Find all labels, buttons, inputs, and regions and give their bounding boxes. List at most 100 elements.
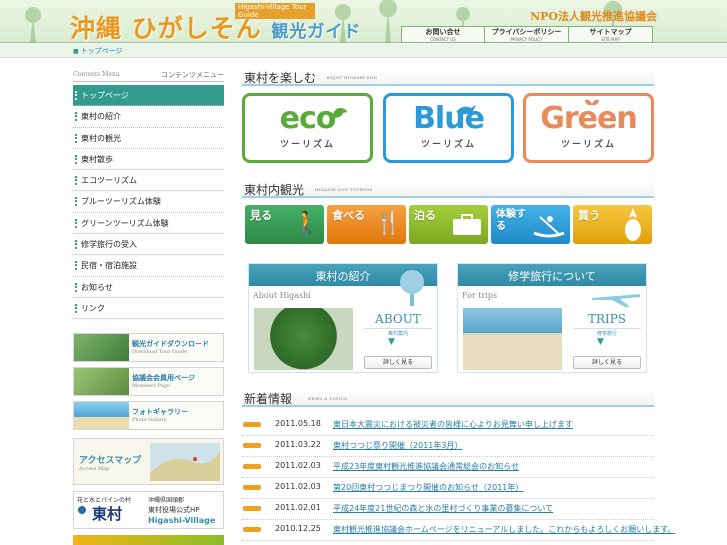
- section-title-jp: 東村を楽しむ: [244, 71, 317, 85]
- tour-stay-button[interactable]: 泊る: [409, 205, 488, 244]
- banner-partial[interactable]: [73, 535, 224, 545]
- banner-village-office[interactable]: 花と水とパインの村 東村 沖縄県国頭郡 東村役場公式HP Higashi-Vil…: [73, 491, 224, 529]
- about-card[interactable]: 東村の紹介 About Higashi ABOUT 東村案内 ▼ 詳しく見る: [248, 263, 438, 373]
- card-label-en: ABOUT: [375, 312, 421, 326]
- banner-label: アクセスマップ: [79, 456, 142, 466]
- tour-experience-button[interactable]: 体験する: [491, 205, 570, 244]
- beach-photo: [74, 402, 129, 429]
- sidebar-item-bluetourism[interactable]: ブルーツーリズム体験: [73, 191, 224, 213]
- sidebar-heading: Contents Menu コンテンツメニュー: [73, 69, 224, 82]
- canoe-icon: [533, 216, 565, 238]
- green-tourism-button[interactable]: Green ツーリズム: [523, 93, 654, 163]
- logo-title-guide: 観光ガイド: [271, 22, 362, 42]
- sidebar-item-ecotourism[interactable]: エコツーリズム: [73, 170, 224, 192]
- news-item: 2010.12.25 東村観光推進協議会ホームページをリニューアルしました。これ…: [242, 520, 675, 541]
- blue-button-label: Blue: [413, 101, 485, 136]
- map-icon: [150, 443, 220, 481]
- tour-button-label: 泊る: [414, 209, 436, 222]
- bird-icon: [332, 108, 347, 118]
- news-date: 2011.02.03: [275, 482, 321, 491]
- news-link[interactable]: 第20回東村つつじまつり開催のお知らせ（2011年）: [333, 482, 523, 493]
- section-title-en: ENJOY HIGASHI-SON: [327, 75, 378, 80]
- banner-photo-gallery[interactable]: フォトギャラリー Photo Gallery: [73, 401, 224, 430]
- top-navigation: お問い合せ CONTACT US プライバシーポリシー PRIVACY POLI…: [401, 26, 653, 43]
- section-tourism-title: 東村内観光 HIGASHI-SON TOURISM: [242, 180, 654, 198]
- site-logo[interactable]: Higashi-Village Tour Guide 沖縄 ひがしそん 観光ガイ…: [70, 3, 360, 43]
- banner-village-en: Higashi-Village: [148, 516, 216, 525]
- banner-tour-guide-download[interactable]: 観光ガイドダウンロード Download Tour Guide: [73, 333, 224, 362]
- banner-sublabel: Members Page: [132, 383, 170, 389]
- news-link[interactable]: 平成24年度21世紀の森と水の里村づくり事業の募集について: [333, 503, 553, 514]
- sidebar-item-links[interactable]: リンク: [73, 298, 224, 320]
- eco-tourism-button[interactable]: eco ツーリズム: [242, 93, 373, 163]
- banner-village-name: 東村: [92, 505, 123, 523]
- topnav-sublabel: PRIVACY POLICY: [510, 37, 543, 42]
- logo-title: 沖縄 ひがしそん 観光ガイド: [70, 9, 361, 45]
- tour-shop-button[interactable]: 買う: [573, 205, 652, 244]
- blue-tourism-button[interactable]: Blue ツーリズム: [383, 93, 514, 163]
- banner-members-page[interactable]: 協議会会員用ページ Members Page: [73, 367, 224, 396]
- logo-title-main: 沖縄 ひがしそん: [70, 14, 262, 43]
- tour-eat-button[interactable]: 食べる 🍴: [327, 205, 406, 244]
- eco-button-sublabel: ツーリズム: [279, 140, 335, 150]
- tour-button-label: 見る: [250, 209, 272, 222]
- news-link[interactable]: 東村観光推進協議会ホームページをリニューアルしました。これからもよろしくお願いし…: [333, 524, 675, 535]
- topnav-sitemap-link[interactable]: サイトマップ SITE MAP: [569, 26, 653, 43]
- sidebar-item-about[interactable]: 東村の紹介: [73, 106, 224, 128]
- banner-prefecture: 沖縄県国頭郡: [148, 497, 185, 504]
- village-emblem-icon: [78, 506, 86, 514]
- topnav-sublabel: SITE MAP: [601, 37, 620, 42]
- tour-button-label: 食べる: [332, 209, 365, 222]
- news-marker-icon: [243, 527, 261, 532]
- news-date: 2011.02.03: [275, 461, 321, 470]
- banner-official-site: 東村役場公式HP: [148, 506, 200, 514]
- news-link[interactable]: 東村つつじ祭り開催（2011年3月）: [333, 440, 462, 451]
- section-title-jp: 東村内観光: [244, 183, 305, 197]
- sidebar-heading-en: Contents Menu: [73, 71, 120, 78]
- banner-sublabel: Photo Gallery: [132, 417, 167, 423]
- sidebar-item-top[interactable]: トップページ: [73, 85, 224, 107]
- card-details-button[interactable]: 詳しく見る: [573, 356, 641, 369]
- cutlery-icon: 🍴: [374, 211, 402, 236]
- topnav-privacy-link[interactable]: プライバシーポリシー PRIVACY POLICY: [485, 26, 569, 43]
- topnav-label: プライバシーポリシー: [491, 28, 562, 36]
- sidebar-item-sightseeing[interactable]: 東村の観光: [73, 128, 224, 149]
- sidebar-item-school-trips[interactable]: 修学旅行の受入: [73, 234, 224, 256]
- card-title: 修学旅行について: [508, 270, 596, 283]
- news-marker-icon: [243, 464, 261, 469]
- banner-access-map[interactable]: アクセスマップ Access Map: [73, 438, 224, 485]
- breadcrumb[interactable]: トップページ: [73, 46, 123, 56]
- sidebar-item-lodging[interactable]: 民宿・宿泊施設: [73, 255, 224, 277]
- news-date: 2011.05.18: [275, 419, 321, 428]
- news-link[interactable]: 東日本大震災における被災者の皆様に心よりお見舞い申し上げます: [333, 419, 573, 430]
- banner-sublabel: Download Tour Guide: [132, 349, 188, 355]
- news-date: 2010.12.25: [275, 524, 321, 533]
- eco-button-label: eco: [279, 101, 337, 136]
- news-item: 2011.02.03 平成23年度東村観光推進協議会通常総会のお知らせ: [242, 457, 654, 478]
- news-item: 2011.02.03 第20回東村つつじまつり開催のお知らせ（2011年）: [242, 478, 654, 499]
- tour-button-label: 体験する: [496, 209, 526, 232]
- card-label-jp: 東村案内: [364, 328, 432, 337]
- banner-sublabel: Access Map: [79, 466, 110, 472]
- news-item: 2011.03.22 東村つつじ祭り開催（2011年3月）: [242, 436, 654, 457]
- sidebar-item-greentourism[interactable]: グリーンツーリズム体験: [73, 213, 224, 235]
- trips-card[interactable]: 修学旅行について For trips TRIPS 修学旅行 ▼ 詳しく見る: [457, 263, 647, 373]
- airplane-icon: [592, 294, 640, 307]
- site-header: Higashi-Village Tour Guide 沖縄 ひがしそん 観光ガイ…: [0, 0, 727, 43]
- news-link[interactable]: 平成23年度東村観光推進協議会通常総会のお知らせ: [333, 461, 519, 472]
- page: Higashi-Village Tour Guide 沖縄 ひがしそん 観光ガイ…: [0, 0, 727, 545]
- sidebar-item-news[interactable]: お知らせ: [73, 277, 224, 298]
- news-marker-icon: [243, 506, 261, 511]
- walker-icon: 🚶: [292, 211, 320, 236]
- sidebar-item-walk[interactable]: 東村散歩: [73, 149, 224, 171]
- card-details-button[interactable]: 詳しく見る: [364, 356, 432, 369]
- chevron-down-icon: ▼: [597, 337, 604, 347]
- sidebar-heading-jp: コンテンツメニュー: [161, 71, 224, 79]
- sidebar-menu: トップページ 東村の紹介 東村の観光 東村散歩 エコツーリズム ブルーツーリズム…: [73, 85, 224, 320]
- news-list: 2011.05.18 東日本大震災における被災者の皆様に心よりお見舞い申し上げま…: [242, 415, 675, 541]
- boardwalk-photo: [74, 334, 129, 361]
- topnav-contact-link[interactable]: お問い合せ CONTACT US: [401, 26, 485, 43]
- card-subtitle: For trips: [462, 291, 498, 300]
- tour-see-button[interactable]: 見る 🚶: [245, 205, 324, 244]
- organization-name: NPO法人観光推進協議会: [530, 10, 657, 23]
